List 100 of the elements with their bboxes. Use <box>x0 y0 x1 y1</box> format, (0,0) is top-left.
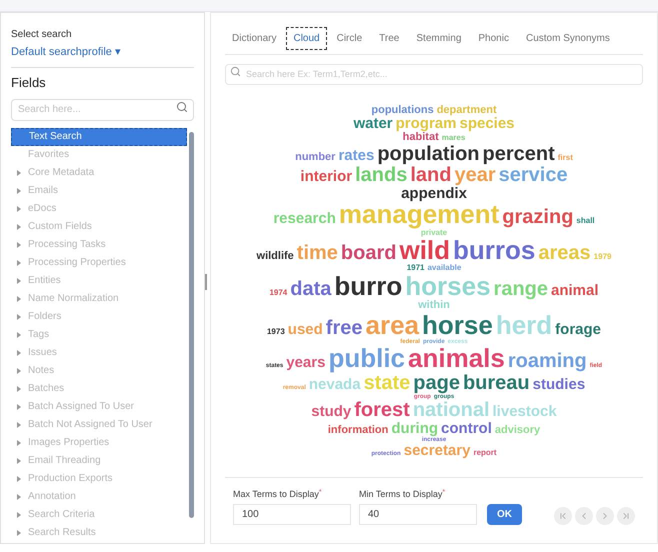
view-tab[interactable]: Cloud <box>286 27 327 50</box>
cloud-word[interactable]: forest <box>354 400 410 421</box>
cloud-word[interactable]: wild <box>399 237 450 264</box>
cloud-word[interactable]: bureau <box>462 372 530 394</box>
cloud-word[interactable]: year <box>454 164 496 186</box>
view-tab[interactable]: Circle <box>330 27 370 50</box>
cloud-word[interactable]: species <box>459 116 515 132</box>
expand-arrow-icon[interactable] <box>17 530 21 536</box>
cloud-word[interactable]: time <box>296 243 338 264</box>
expand-arrow-icon[interactable] <box>17 206 21 212</box>
field-tree-item[interactable]: Images Properties <box>11 434 187 452</box>
field-tree-item[interactable]: Name Normalization <box>11 290 187 308</box>
cloud-word[interactable]: appendix <box>401 186 467 202</box>
cloud-word[interactable]: livestock <box>492 404 557 420</box>
field-tree-item[interactable]: Email Threading <box>11 452 187 470</box>
cloud-word[interactable]: grazing <box>502 207 574 228</box>
cloud-word[interactable]: areas <box>538 243 591 264</box>
cloud-word[interactable]: report <box>473 448 497 458</box>
cloud-word[interactable]: populations <box>371 104 434 116</box>
cloud-word[interactable]: data <box>290 278 332 300</box>
field-tree-item[interactable]: Search Criteria <box>11 506 187 524</box>
field-tree-item[interactable]: Batches <box>11 380 187 398</box>
expand-arrow-icon[interactable] <box>17 188 21 194</box>
field-tree-item[interactable]: Folders <box>11 308 187 326</box>
field-tree-item[interactable]: Core Metadata <box>11 164 187 182</box>
cloud-word[interactable]: animals <box>408 345 505 373</box>
field-tree-item[interactable]: Tags <box>11 326 187 344</box>
cloud-word[interactable]: state <box>364 372 410 394</box>
cloud-word[interactable]: nevada <box>308 376 361 392</box>
terms-input[interactable]: 100 <box>233 504 351 525</box>
expand-arrow-icon[interactable] <box>17 476 21 482</box>
fields-search-field[interactable]: Search here... <box>11 98 194 120</box>
cloud-word[interactable]: burro <box>334 272 402 300</box>
expand-arrow-icon[interactable] <box>17 260 21 266</box>
cloud-word[interactable]: mares <box>442 134 466 143</box>
cloud-word[interactable]: interior <box>300 168 352 184</box>
cloud-word[interactable]: shall <box>576 217 595 226</box>
cloud-word[interactable]: 1979 <box>594 253 612 262</box>
cloud-word[interactable]: herd <box>496 312 552 339</box>
expand-arrow-icon[interactable] <box>17 458 21 464</box>
cloud-word[interactable]: 1971 <box>406 264 424 273</box>
field-tree-item[interactable]: Production Exports <box>11 470 187 488</box>
terms-input[interactable]: 40 <box>359 504 477 525</box>
field-tree-item[interactable]: Processing Properties <box>11 254 187 272</box>
cloud-word[interactable]: water <box>353 116 393 132</box>
cloud-word[interactable]: years <box>286 355 326 371</box>
cloud-word[interactable]: advisory <box>494 424 540 436</box>
expand-arrow-icon[interactable] <box>17 296 21 302</box>
cloud-word[interactable]: first <box>558 154 573 162</box>
expand-arrow-icon[interactable] <box>17 224 21 230</box>
cloud-word[interactable]: population <box>377 144 480 165</box>
expand-arrow-icon[interactable] <box>17 404 21 410</box>
view-tab[interactable]: Stemming <box>409 27 468 50</box>
cloud-word[interactable]: during <box>391 420 438 437</box>
view-tab[interactable]: Phonic <box>471 27 516 50</box>
cloud-word[interactable]: secretary <box>404 442 470 459</box>
expand-arrow-icon[interactable] <box>17 350 21 356</box>
field-tree-item[interactable]: Text Search <box>11 128 187 146</box>
cloud-word[interactable]: 1974 <box>269 288 288 298</box>
scrollbar[interactable] <box>189 132 194 518</box>
cloud-word[interactable]: research <box>273 211 336 228</box>
ok-button[interactable]: OK <box>487 504 522 525</box>
field-tree-item[interactable]: Favorites <box>11 146 187 164</box>
cloud-word[interactable]: service <box>498 164 568 186</box>
cloud-word[interactable]: available <box>427 264 462 273</box>
cloud-word[interactable]: public <box>328 345 406 373</box>
view-tab[interactable]: Tree <box>372 27 406 50</box>
cloud-word[interactable]: page <box>413 372 460 394</box>
field-tree-item[interactable]: Annotation <box>11 488 187 506</box>
cloud-word[interactable]: within <box>418 300 450 312</box>
cloud-word[interactable]: private <box>420 228 448 238</box>
cloud-word[interactable]: rates <box>338 148 374 164</box>
expand-arrow-icon[interactable] <box>17 440 21 446</box>
field-tree-item[interactable]: Emails <box>11 182 187 200</box>
cloud-word[interactable]: control <box>441 420 492 437</box>
field-tree-item[interactable]: eDocs <box>11 200 187 218</box>
field-tree-item[interactable]: Custom Fields <box>11 218 187 236</box>
profile-dropdown[interactable]: Default searchprofile ▾ <box>11 44 194 68</box>
cloud-word[interactable]: national <box>412 400 490 421</box>
expand-arrow-icon[interactable] <box>17 494 21 500</box>
cloud-word[interactable]: used <box>288 322 323 338</box>
cloud-word[interactable]: program <box>396 116 456 132</box>
cloud-word[interactable]: 1973 <box>266 328 285 336</box>
expand-arrow-icon[interactable] <box>17 512 21 518</box>
cloud-word[interactable]: range <box>494 278 548 300</box>
cloud-word[interactable]: information <box>328 424 388 436</box>
field-tree-item[interactable]: Notes <box>11 362 187 380</box>
field-tree-item[interactable]: Batch Not Assigned To User <box>11 416 187 434</box>
expand-arrow-icon[interactable] <box>17 314 21 320</box>
view-tab[interactable]: Custom Synonyms <box>518 27 617 50</box>
field-tree-item[interactable]: Batch Assigned To User <box>11 398 187 416</box>
expand-arrow-icon[interactable] <box>17 170 21 176</box>
cloud-word[interactable]: lands <box>355 164 408 186</box>
cloud-word[interactable]: wildlife <box>256 251 294 263</box>
splitter-handle[interactable] <box>205 274 207 290</box>
cloud-word[interactable]: studies <box>532 376 586 392</box>
field-tree-item[interactable]: Entities <box>11 272 187 290</box>
expand-arrow-icon[interactable] <box>17 278 21 284</box>
cloud-word[interactable]: burros <box>453 237 536 264</box>
expand-arrow-icon[interactable] <box>17 386 21 392</box>
